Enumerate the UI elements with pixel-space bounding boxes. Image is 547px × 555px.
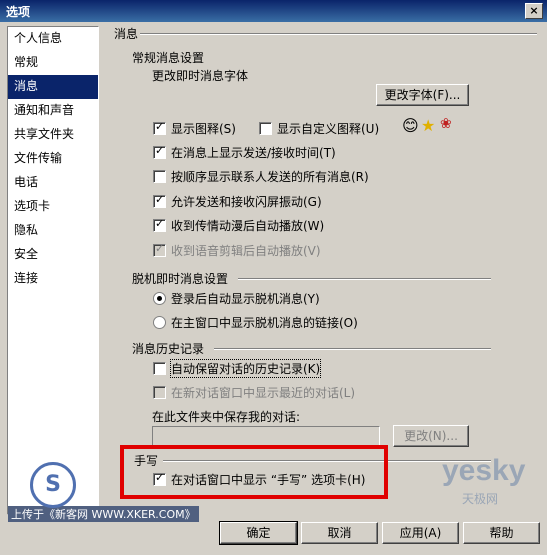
sidebar-item-privacy[interactable]: 隐私 <box>8 219 98 243</box>
upload-watermark: 上传于《新客网 WWW.XKER.COM》 <box>8 506 199 522</box>
divider <box>238 278 491 280</box>
font-label: 更改即时消息字体 <box>152 69 249 83</box>
sidebar-item-shared-folders[interactable]: 共享文件夹 <box>8 123 98 147</box>
show-timestamps-label: 在消息上显示发送/接收时间(T) <box>171 146 336 160</box>
nudges-label: 允许发送和接收闪屏振动(G) <box>171 195 322 209</box>
divider <box>140 33 537 35</box>
sidebar-item-connection[interactable]: 连接 <box>8 267 98 291</box>
show-recent-conversations-checkbox <box>153 386 166 399</box>
section-title: 消息 <box>114 27 139 41</box>
ok-button[interactable]: 确定 <box>219 521 298 545</box>
autoplay-winks-checkbox[interactable]: ✓ <box>153 217 166 232</box>
divider <box>214 348 491 350</box>
apply-button[interactable]: 应用(A) <box>382 522 459 544</box>
sequential-messages-label: 按顺序显示联系人发送的所有消息(R) <box>171 170 369 184</box>
keep-history-checkbox[interactable] <box>153 362 166 375</box>
sidebar-item-file-transfer[interactable]: 文件传输 <box>8 147 98 171</box>
show-custom-emoticons-checkbox[interactable] <box>259 122 272 135</box>
sidebar-item-messages[interactable]: 消息 <box>8 75 98 99</box>
show-offline-link-radio[interactable] <box>153 316 166 329</box>
brand-watermark: yesky <box>442 454 526 487</box>
sidebar-item-alerts-sounds[interactable]: 通知和声音 <box>8 99 98 123</box>
sidebar-item-security[interactable]: 安全 <box>8 243 98 267</box>
sequential-messages-checkbox[interactable] <box>153 170 166 183</box>
logo-icon: S <box>30 462 76 508</box>
show-recent-conversations-label: 在新对话窗口中显示最近的对话(L) <box>171 386 356 400</box>
autoplay-voice-clips-checkbox: ✓ <box>153 242 166 257</box>
sidebar-item-phone[interactable]: 电话 <box>8 171 98 195</box>
show-custom-emoticons-label: 显示自定义图释(U) <box>277 122 380 136</box>
instant-settings-header: 常规消息设置 <box>132 51 205 65</box>
change-font-button[interactable]: 更改字体(F)... <box>376 84 469 106</box>
history-header: 消息历史记录 <box>132 342 205 356</box>
cancel-button[interactable]: 取消 <box>301 522 378 544</box>
dialog-body: 个人信息 常规 消息 通知和声音 共享文件夹 文件传输 电话 选项卡 隐私 安全… <box>0 22 547 555</box>
title-bar: 选项 × <box>0 0 547 22</box>
keep-history-label: 自动保留对话的历史记录(K) <box>169 359 322 378</box>
autoplay-winks-label: 收到传情动漫后自动播放(W) <box>171 219 325 233</box>
history-folder-field <box>152 426 380 446</box>
category-list: 个人信息 常规 消息 通知和声音 共享文件夹 文件传输 电话 选项卡 隐私 安全… <box>7 26 99 515</box>
close-button[interactable]: × <box>525 3 543 19</box>
emoticon-smiley-icon: 😊 <box>402 116 419 135</box>
autoplay-voice-clips-label: 收到语音剪辑后自动播放(V) <box>171 244 321 258</box>
show-emoticons-checkbox[interactable]: ✓ <box>153 120 166 135</box>
show-emoticons-label: 显示图释(S) <box>171 122 236 136</box>
offline-settings-header: 脱机即时消息设置 <box>132 272 229 286</box>
show-offline-messages-radio[interactable] <box>153 292 166 305</box>
show-offline-link-label: 在主窗口中显示脱机消息的链接(O) <box>171 316 358 330</box>
sidebar-item-tabs[interactable]: 选项卡 <box>8 195 98 219</box>
rose-icon: ❀ <box>440 116 452 132</box>
star-icon: ★ <box>421 116 436 135</box>
change-folder-button: 更改(N)... <box>393 425 469 447</box>
sidebar-item-personal[interactable]: 个人信息 <box>8 27 98 51</box>
show-offline-messages-label: 登录后自动显示脱机消息(Y) <box>171 292 320 306</box>
sidebar-item-general[interactable]: 常规 <box>8 51 98 75</box>
window-title: 选项 <box>6 5 31 19</box>
help-button[interactable]: 帮助 <box>463 522 540 544</box>
history-folder-label: 在此文件夹中保存我的对话: <box>152 410 301 424</box>
nudges-checkbox[interactable]: ✓ <box>153 193 166 208</box>
highlight-box <box>120 445 388 499</box>
show-timestamps-checkbox[interactable]: ✓ <box>153 144 166 159</box>
brand-sub-watermark: 天极网 <box>462 492 499 506</box>
